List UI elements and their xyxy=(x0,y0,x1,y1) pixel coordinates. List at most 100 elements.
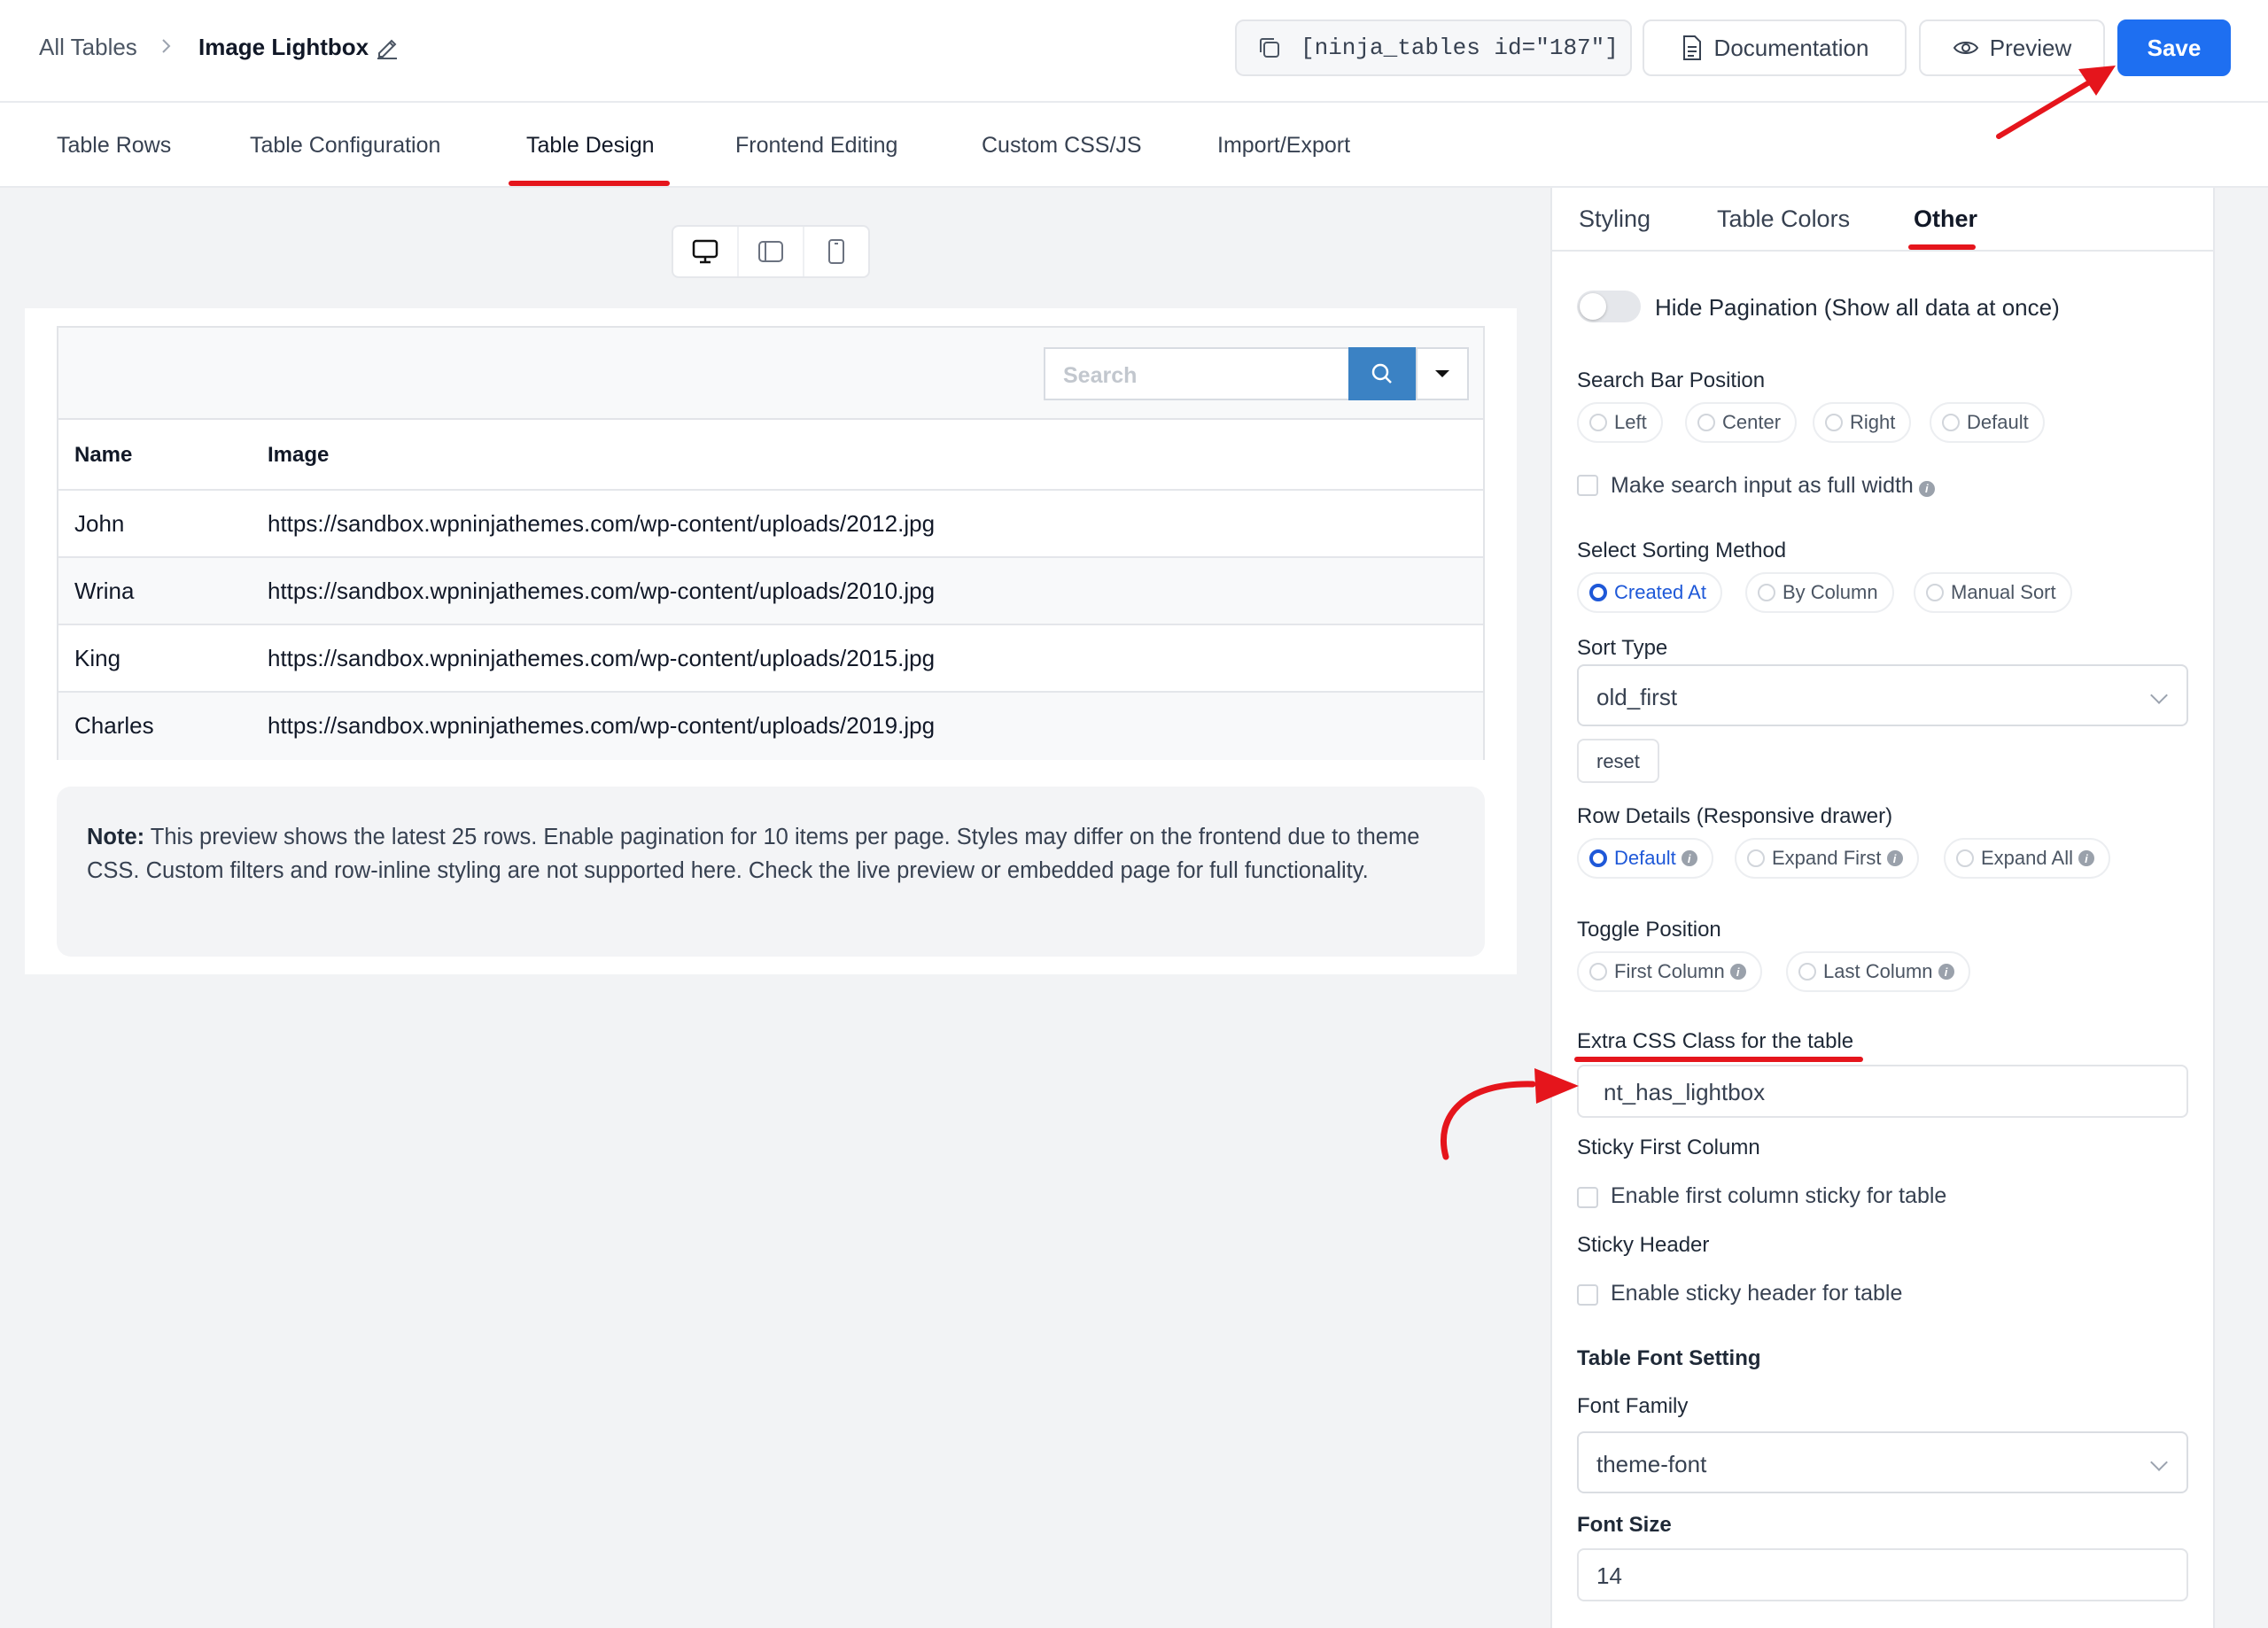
table-row: King https://sandbox.wpninjathemes.com/w… xyxy=(58,625,1483,693)
preview-button[interactable]: Preview xyxy=(1919,19,2105,76)
info-icon[interactable]: i xyxy=(1918,480,1935,497)
sort-type-select[interactable]: old_first xyxy=(1577,664,2188,726)
sort-created-at[interactable]: Created At xyxy=(1577,572,1722,613)
tab-table-design[interactable]: Table Design xyxy=(526,133,655,159)
main-tab-bar: Table Rows Table Configuration Table Des… xyxy=(0,103,2268,188)
table-toolbar: Search xyxy=(58,328,1483,420)
sort-manual[interactable]: Manual Sort xyxy=(1914,572,2072,613)
toggle-position-label: Toggle Position xyxy=(1577,918,1721,942)
active-tab-underline xyxy=(509,181,670,186)
cell-image: https://sandbox.wpninjathemes.com/wp-con… xyxy=(268,510,936,537)
full-width-search-label: Make search input as full width i xyxy=(1611,473,1935,499)
documentation-button[interactable]: Documentation xyxy=(1643,19,1907,76)
cell-name: John xyxy=(74,510,125,537)
radio-dot xyxy=(1697,414,1715,431)
option-label: First Column xyxy=(1614,960,1725,982)
sticky-first-column-checkbox[interactable] xyxy=(1577,1187,1598,1208)
settings-tab-bar: Styling Table Colors Other xyxy=(1552,188,2213,252)
breadcrumb-separator xyxy=(159,34,174,61)
tab-table-configuration[interactable]: Table Configuration xyxy=(250,133,440,159)
info-icon[interactable]: i xyxy=(1938,964,1954,980)
sorting-method-label: Select Sorting Method xyxy=(1577,539,1787,562)
sort-reset-button[interactable]: reset xyxy=(1577,739,1659,783)
toggle-first-column[interactable]: First Column i xyxy=(1577,951,1762,992)
top-header: All Tables Image Lightbox [ninja_tables … xyxy=(0,0,2268,103)
desktop-view-button[interactable] xyxy=(673,227,739,276)
device-toggle xyxy=(672,225,870,278)
option-label: Last Column xyxy=(1823,960,1933,982)
sort-type-value: old_first xyxy=(1596,684,1678,710)
extra-css-input[interactable]: nt_has_lightbox xyxy=(1577,1065,2188,1118)
table-search-button[interactable] xyxy=(1348,347,1416,400)
mobile-view-button[interactable] xyxy=(804,227,868,276)
option-label: By Column xyxy=(1783,581,1878,603)
font-family-select[interactable]: theme-font xyxy=(1577,1431,2188,1493)
font-size-label: Font Size xyxy=(1577,1513,1672,1537)
shortcode-copy-button[interactable]: [ninja_tables id="187"] xyxy=(1235,19,1632,76)
documentation-label: Documentation xyxy=(1713,34,1869,61)
sticky-header-label: Sticky Header xyxy=(1577,1233,1710,1257)
table-title: Image Lightbox xyxy=(198,34,369,60)
row-details-default[interactable]: Default i xyxy=(1577,838,1713,879)
column-header-image[interactable]: Image xyxy=(268,443,329,468)
info-icon[interactable]: i xyxy=(2078,850,2094,866)
search-bar-position-label: Search Bar Position xyxy=(1577,368,1766,392)
row-details-expand-first[interactable]: Expand First i xyxy=(1735,838,1919,879)
option-label: Right xyxy=(1850,411,1896,433)
option-label: Expand All xyxy=(1981,847,2073,869)
tab-table-colors[interactable]: Table Colors xyxy=(1717,205,1850,233)
toggle-last-column[interactable]: Last Column i xyxy=(1786,951,1970,992)
font-size-input[interactable]: 14 xyxy=(1577,1548,2188,1601)
search-position-center[interactable]: Center xyxy=(1685,402,1798,443)
toggle-knob xyxy=(1580,293,1606,320)
table-header-row: Name Image xyxy=(58,420,1483,491)
search-position-default[interactable]: Default xyxy=(1930,402,2045,443)
tab-table-rows[interactable]: Table Rows xyxy=(57,133,171,159)
hide-pagination-toggle[interactable] xyxy=(1577,291,1641,322)
table-row: John https://sandbox.wpninjathemes.com/w… xyxy=(58,491,1483,558)
tab-frontend-editing[interactable]: Frontend Editing xyxy=(735,133,897,159)
tab-styling[interactable]: Styling xyxy=(1579,205,1651,233)
radio-dot xyxy=(1926,584,1944,601)
info-icon[interactable]: i xyxy=(1729,964,1746,980)
table-search-input[interactable]: Search xyxy=(1044,347,1350,400)
option-label: Left xyxy=(1614,411,1647,433)
radio-dot xyxy=(1758,584,1775,601)
note-text: This preview shows the latest 25 rows. E… xyxy=(87,825,1420,883)
radio-dot xyxy=(1942,414,1960,431)
search-options-dropdown[interactable] xyxy=(1416,347,1469,400)
eye-icon xyxy=(1953,42,1978,54)
chevron-down-icon xyxy=(2150,686,2168,704)
tablet-icon xyxy=(758,241,783,262)
tab-custom-css-js[interactable]: Custom CSS/JS xyxy=(982,133,1142,159)
sort-by-column[interactable]: By Column xyxy=(1745,572,1894,613)
cell-image: https://sandbox.wpninjathemes.com/wp-con… xyxy=(268,645,936,671)
option-label: Default xyxy=(1967,411,2029,433)
search-icon xyxy=(1371,363,1392,384)
full-width-search-checkbox[interactable] xyxy=(1577,475,1598,496)
sticky-header-checkbox[interactable] xyxy=(1577,1284,1598,1306)
radio-dot xyxy=(1825,414,1843,431)
preview-label: Preview xyxy=(1989,34,2072,61)
info-icon[interactable]: i xyxy=(1681,850,1697,866)
pencil-icon[interactable] xyxy=(374,34,400,60)
preview-table: Search Name Image John https://sandbox.w… xyxy=(57,326,1485,760)
note-label: Note: xyxy=(87,825,145,849)
row-details-expand-all[interactable]: Expand All i xyxy=(1944,838,2110,879)
search-position-left[interactable]: Left xyxy=(1577,402,1663,443)
tab-other[interactable]: Other xyxy=(1914,205,1977,233)
option-label: Manual Sort xyxy=(1951,581,2056,603)
full-width-search-text: Make search input as full width xyxy=(1611,473,1914,498)
active-subtab-underline xyxy=(1908,244,1976,250)
info-icon[interactable]: i xyxy=(1886,850,1903,866)
cell-image: https://sandbox.wpninjathemes.com/wp-con… xyxy=(268,712,936,739)
preview-note: Note: This preview shows the latest 25 r… xyxy=(57,787,1485,957)
tablet-view-button[interactable] xyxy=(739,227,804,276)
column-header-name[interactable]: Name xyxy=(74,443,132,468)
tab-import-export[interactable]: Import/Export xyxy=(1217,133,1350,159)
breadcrumb-all-tables[interactable]: All Tables xyxy=(39,34,137,61)
search-position-right[interactable]: Right xyxy=(1813,402,1912,443)
cell-name: King xyxy=(74,645,121,671)
radio-dot-selected xyxy=(1589,584,1607,601)
save-button[interactable]: Save xyxy=(2117,19,2231,76)
